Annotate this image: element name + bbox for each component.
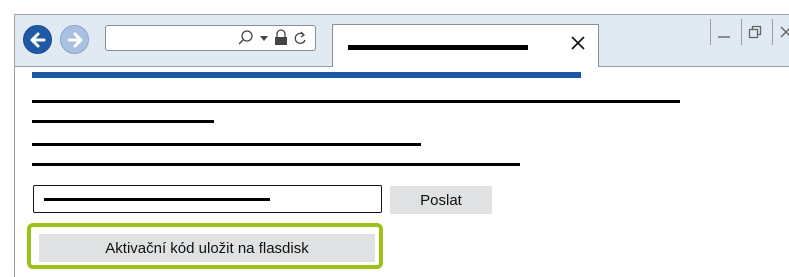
close-icon [780,26,789,38]
address-bar[interactable] [105,25,316,51]
refresh-icon[interactable] [293,29,307,47]
close-icon[interactable] [570,35,586,51]
send-button[interactable]: Poslat [390,186,492,214]
dropdown-icon[interactable] [259,29,269,47]
activation-code-input[interactable] [33,185,382,213]
window-close-button[interactable] [772,19,789,45]
tab-title [348,45,528,50]
browser-window: Poslat Aktivační kód uložit na flasdisk [14,14,789,277]
text-line [32,163,520,166]
arrow-right-icon [67,32,82,47]
arrow-left-icon [30,32,45,47]
window-controls [710,19,789,45]
save-to-flashdisk-button[interactable]: Aktivační kód uložit na flasdisk [39,234,375,262]
text-line [32,143,421,146]
input-value [44,198,270,201]
lock-icon [275,29,287,45]
browser-tab[interactable] [332,24,599,67]
search-icon[interactable] [237,29,255,47]
page-content: Poslat Aktivační kód uložit na flasdisk [15,67,789,277]
forward-button[interactable] [60,25,89,54]
restore-button[interactable] [741,19,768,45]
minimize-icon [718,36,730,38]
browser-toolbar [15,15,789,67]
back-button[interactable] [23,25,52,54]
minimize-button[interactable] [710,19,737,45]
text-line [32,100,680,103]
page-heading [32,72,581,78]
restore-icon [748,25,762,39]
text-line [32,120,214,123]
